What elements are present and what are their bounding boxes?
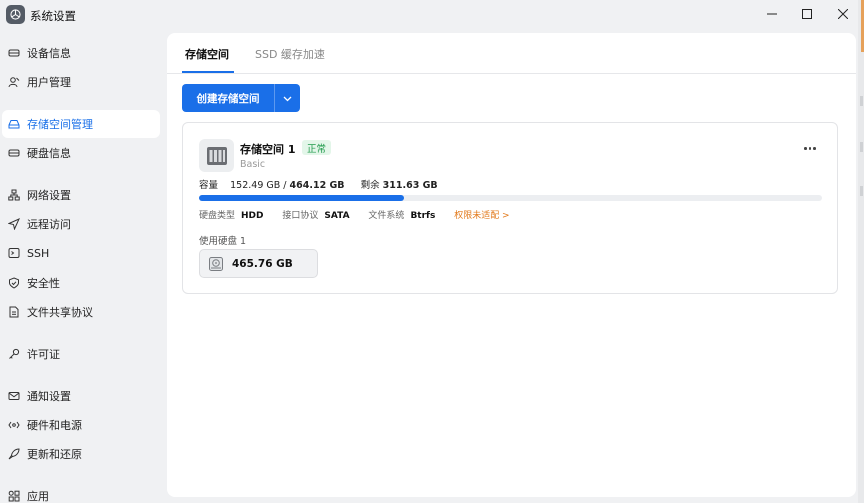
- disk-size: 465.76 GB: [232, 257, 293, 270]
- sidebar-item-label: SSH: [27, 246, 50, 260]
- capacity-progress-fill: [199, 195, 404, 201]
- maximize-button[interactable]: [793, 4, 821, 26]
- capacity-label: 容量: [199, 180, 219, 191]
- disk-type-value: HDD: [241, 211, 264, 221]
- capacity-row: 容量 152.49 GB / 464.12 GB 剩余 311.63 GB: [199, 177, 438, 191]
- mail-icon: [7, 390, 20, 403]
- sidebar-item-device-info[interactable]: 设备信息: [2, 39, 160, 67]
- app-icon: [6, 5, 25, 24]
- title-bar: 系统设置: [0, 0, 864, 32]
- sidebar-item-label: 硬件和电源: [27, 419, 82, 432]
- sidebar-item-label: 存储空间管理: [27, 118, 93, 131]
- minimize-icon: [767, 9, 777, 22]
- filesystem-label: 文件系统: [368, 211, 405, 221]
- hardware-icon: [7, 419, 20, 432]
- sidebar-item-remote-access[interactable]: 远程访问: [2, 210, 160, 238]
- used-capacity: 152.49 GB: [230, 180, 281, 191]
- sidebar-item-label: 网络设置: [27, 189, 71, 202]
- sidebar-item-label: 通知设置: [27, 390, 71, 403]
- sidebar-item-ssh[interactable]: SSH: [2, 239, 160, 267]
- network-icon: [7, 189, 20, 202]
- sidebar-item-label: 硬盘信息: [27, 147, 71, 160]
- sidebar-item-label: 应用: [27, 490, 49, 503]
- sidebar-item-notifications[interactable]: 通知设置: [2, 382, 160, 410]
- sidebar-item-update-restore[interactable]: 更新和还原: [2, 440, 160, 468]
- disk-icon: [7, 147, 20, 160]
- sidebar-item-apps[interactable]: 应用: [2, 482, 160, 503]
- sidebar-item-label: 更新和还原: [27, 448, 82, 461]
- pool-name: 存储空间 1: [240, 143, 296, 156]
- filesystem-value: Btrfs: [410, 211, 436, 221]
- close-icon: [837, 8, 849, 22]
- disk-type-label: 硬盘类型: [199, 211, 236, 221]
- close-button[interactable]: [829, 4, 857, 26]
- create-dropdown-button[interactable]: [275, 92, 300, 105]
- sidebar-item-license[interactable]: 许可证: [2, 340, 160, 368]
- create-storage-button[interactable]: 创建存储空间: [182, 91, 274, 106]
- tab-bar: 存储空间 SSD 缓存加速: [167, 33, 856, 74]
- capacity-separator: /: [283, 180, 287, 191]
- remaining-label: 剩余: [360, 180, 380, 191]
- create-storage-split-button: 创建存储空间: [182, 84, 300, 112]
- main-panel: 存储空间 SSD 缓存加速 创建存储空间 存储空间 1 正常 Basic 容量 …: [167, 33, 856, 497]
- storage-pool-icon: [199, 139, 234, 172]
- used-disks-label: 使用硬盘 1: [199, 236, 247, 247]
- storage-pool-card[interactable]: 存储空间 1 正常 Basic 容量 152.49 GB / 464.12 GB…: [182, 122, 838, 294]
- chevron-down-icon: [283, 92, 292, 105]
- sidebar-item-user-management[interactable]: 用户管理: [2, 68, 160, 96]
- rocket-icon: [7, 448, 20, 461]
- sidebar-item-label: 远程访问: [27, 218, 71, 231]
- user-icon: [7, 76, 20, 89]
- sidebar-item-disk-info[interactable]: 硬盘信息: [2, 139, 160, 167]
- sidebar-item-file-sharing[interactable]: 文件共享协议: [2, 298, 160, 326]
- total-capacity: 464.12 GB: [289, 180, 345, 191]
- capacity-progress-bar: [199, 195, 822, 201]
- sidebar-item-label: 安全性: [27, 277, 60, 290]
- tab-storage-space[interactable]: 存储空间: [185, 46, 229, 62]
- sidebar-item-label: 用户管理: [27, 76, 71, 89]
- hard-drive-icon: [208, 256, 224, 272]
- sidebar-item-label: 许可证: [27, 348, 60, 361]
- maximize-icon: [802, 8, 812, 22]
- active-tab-indicator: [182, 71, 234, 73]
- interface-value: SATA: [324, 211, 350, 221]
- send-icon: [7, 218, 20, 231]
- more-options-icon[interactable]: [804, 147, 818, 153]
- storage-icon: [7, 118, 20, 131]
- remaining-capacity: 311.63 GB: [382, 180, 438, 191]
- minimize-button[interactable]: [758, 4, 786, 26]
- file-icon: [7, 306, 20, 319]
- pool-type: Basic: [240, 159, 266, 170]
- sidebar-item-label: 设备信息: [27, 47, 71, 60]
- sidebar-item-hardware-power[interactable]: 硬件和电源: [2, 411, 160, 439]
- disk-chip[interactable]: 465.76 GB: [199, 249, 318, 278]
- shield-icon: [7, 277, 20, 290]
- status-badge: 正常: [302, 140, 332, 155]
- sidebar-item-network[interactable]: 网络设置: [2, 181, 160, 209]
- interface-label: 接口协议: [282, 211, 319, 221]
- terminal-icon: [7, 247, 20, 260]
- sidebar-item-security[interactable]: 安全性: [2, 269, 160, 297]
- apps-icon: [7, 490, 20, 503]
- sidebar-item-storage-management[interactable]: 存储空间管理: [2, 110, 160, 138]
- device-icon: [7, 47, 20, 60]
- window-title: 系统设置: [30, 9, 76, 23]
- sidebar-item-label: 文件共享协议: [27, 306, 93, 319]
- pool-info-row: 硬盘类型 HDD 接口协议 SATA 文件系统 Btrfs 权限未适配 >: [199, 208, 510, 221]
- tab-ssd-cache[interactable]: SSD 缓存加速: [255, 46, 325, 62]
- permission-warning-link[interactable]: 权限未适配 >: [454, 211, 509, 221]
- right-window-edge: [858, 0, 864, 503]
- key-icon: [7, 348, 20, 361]
